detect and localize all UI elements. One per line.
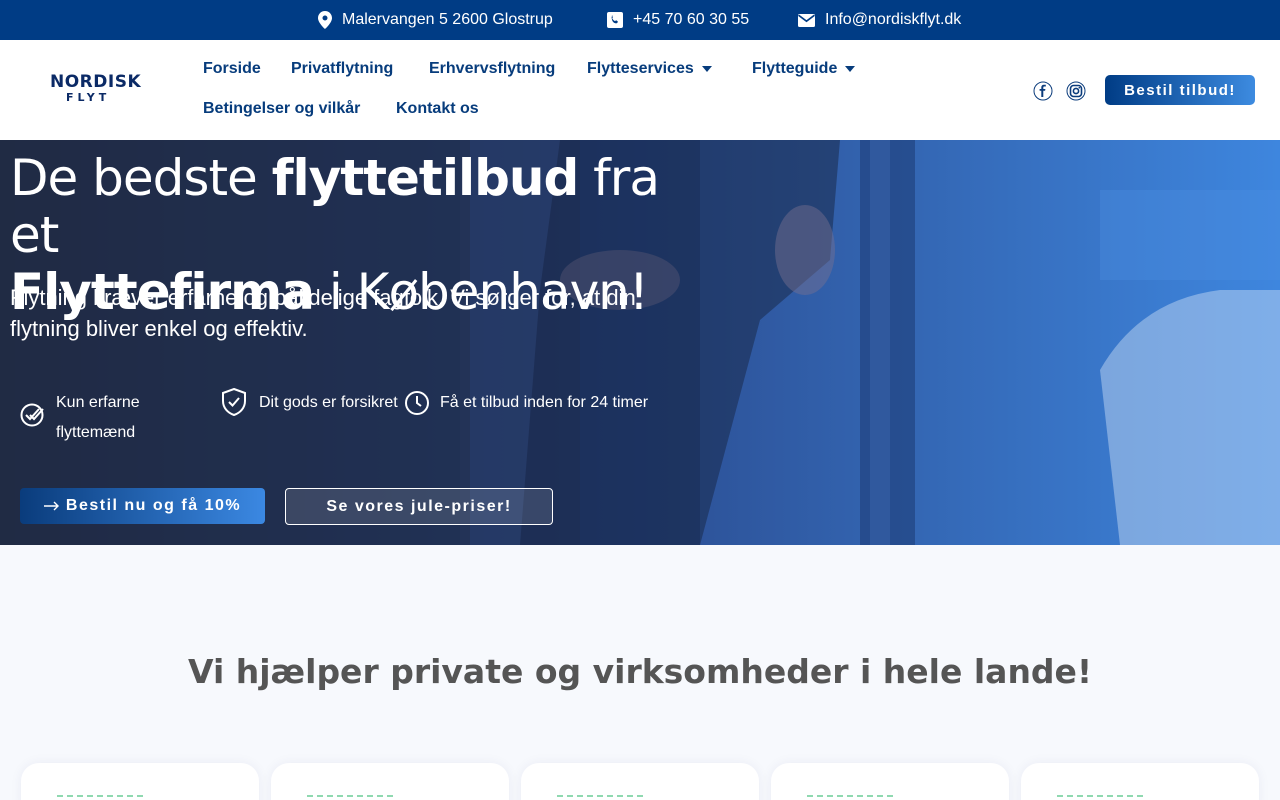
feature-experienced: Kun erfarne flyttemænd [20, 388, 210, 448]
rating-stars [557, 795, 643, 799]
phone-text: +45 70 60 30 55 [633, 11, 750, 28]
rating-stars [807, 795, 893, 799]
nav-item-flytteguide[interactable]: Flytteguide [752, 60, 856, 78]
arrow-right-icon [43, 501, 59, 511]
nav-label: Flytteservices [587, 60, 694, 77]
logo-line1: NORDISK [50, 72, 142, 92]
feature-insured: Dit gods er forsikret [221, 388, 398, 418]
top-info-bar: Malervangen 5 2600 Glostrup +45 70 60 30… [0, 0, 1280, 40]
nav-item-flytteservices[interactable]: Flytteservices [587, 60, 712, 78]
clock-icon [405, 391, 429, 415]
nav-label: Erhvervsflytning [429, 60, 556, 77]
nav-item-betingelser[interactable]: Betingelser og vilkår [203, 100, 360, 118]
nav-item-kontakt[interactable]: Kontakt os [396, 100, 479, 118]
heading-bold: flyttetilbud [271, 149, 580, 207]
nav-item-privatflytning[interactable]: Privatflytning [291, 60, 393, 78]
feature-label: Få et tilbud inden for 24 timer [440, 394, 649, 411]
heading-part: De bedste [10, 149, 272, 207]
nav-label: Forside [203, 60, 261, 77]
order-discount-button[interactable]: Bestil nu og få 10% [20, 488, 265, 524]
rating-stars [307, 795, 393, 799]
hero-subtitle: Flytning kræver erfarne og pålidelige fa… [10, 285, 636, 341]
facebook-icon[interactable] [1033, 81, 1053, 101]
feature-label: Kun erfarne flyttemænd [56, 394, 140, 441]
section-title: Vi hjælper private og virksomheder i hel… [187, 652, 1092, 691]
nav-item-forside[interactable]: Forside [203, 60, 261, 78]
instagram-icon[interactable] [1066, 81, 1086, 101]
main-header: NORDISK FLYT Forside Privatflytning Erhv… [0, 40, 1280, 140]
logo-line2: FLYT [66, 91, 111, 104]
address-text: Malervangen 5 2600 Glostrup [342, 11, 553, 28]
feature-24h: Få et tilbud inden for 24 timer [404, 388, 648, 418]
christmas-prices-button[interactable]: Se vores jule-priser! [285, 488, 553, 525]
phone-item[interactable]: +45 70 60 30 55 [607, 0, 749, 40]
review-card [21, 763, 259, 800]
nav-item-erhvervsflytning[interactable]: Erhvervsflytning [429, 60, 555, 78]
email-text: Info@nordiskflyt.dk [825, 11, 962, 28]
nav-label: Betingelser og vilkår [203, 100, 361, 117]
shield-check-icon [222, 388, 246, 416]
caret-down-icon [701, 66, 712, 72]
address-item[interactable]: Malervangen 5 2600 Glostrup [318, 0, 553, 40]
map-pin-icon [318, 11, 332, 29]
nav-label: Privatflytning [291, 60, 394, 77]
order-quote-button[interactable]: Bestil tilbud! [1105, 75, 1255, 105]
double-check-icon [20, 403, 44, 427]
rating-stars [57, 795, 143, 799]
hero-section: De bedste flyttetilbud fra et Flyttefirm… [0, 140, 1280, 545]
email-item[interactable]: Info@nordiskflyt.dk [798, 0, 961, 40]
review-card [271, 763, 509, 800]
feature-label: Dit gods er forsikret [259, 394, 398, 411]
review-card [1021, 763, 1259, 800]
site-logo[interactable]: NORDISK FLYT [50, 72, 142, 108]
review-card [521, 763, 759, 800]
nav-label: Flytteguide [752, 60, 838, 77]
rating-stars [1057, 795, 1143, 799]
button-label: Bestil nu og få 10% [65, 497, 242, 514]
phone-icon [607, 12, 623, 28]
review-card [771, 763, 1009, 800]
button-label: Se vores jule-priser! [326, 497, 512, 515]
caret-down-icon [845, 66, 856, 72]
nav-label: Kontakt os [396, 100, 479, 117]
envelope-icon [798, 13, 815, 27]
